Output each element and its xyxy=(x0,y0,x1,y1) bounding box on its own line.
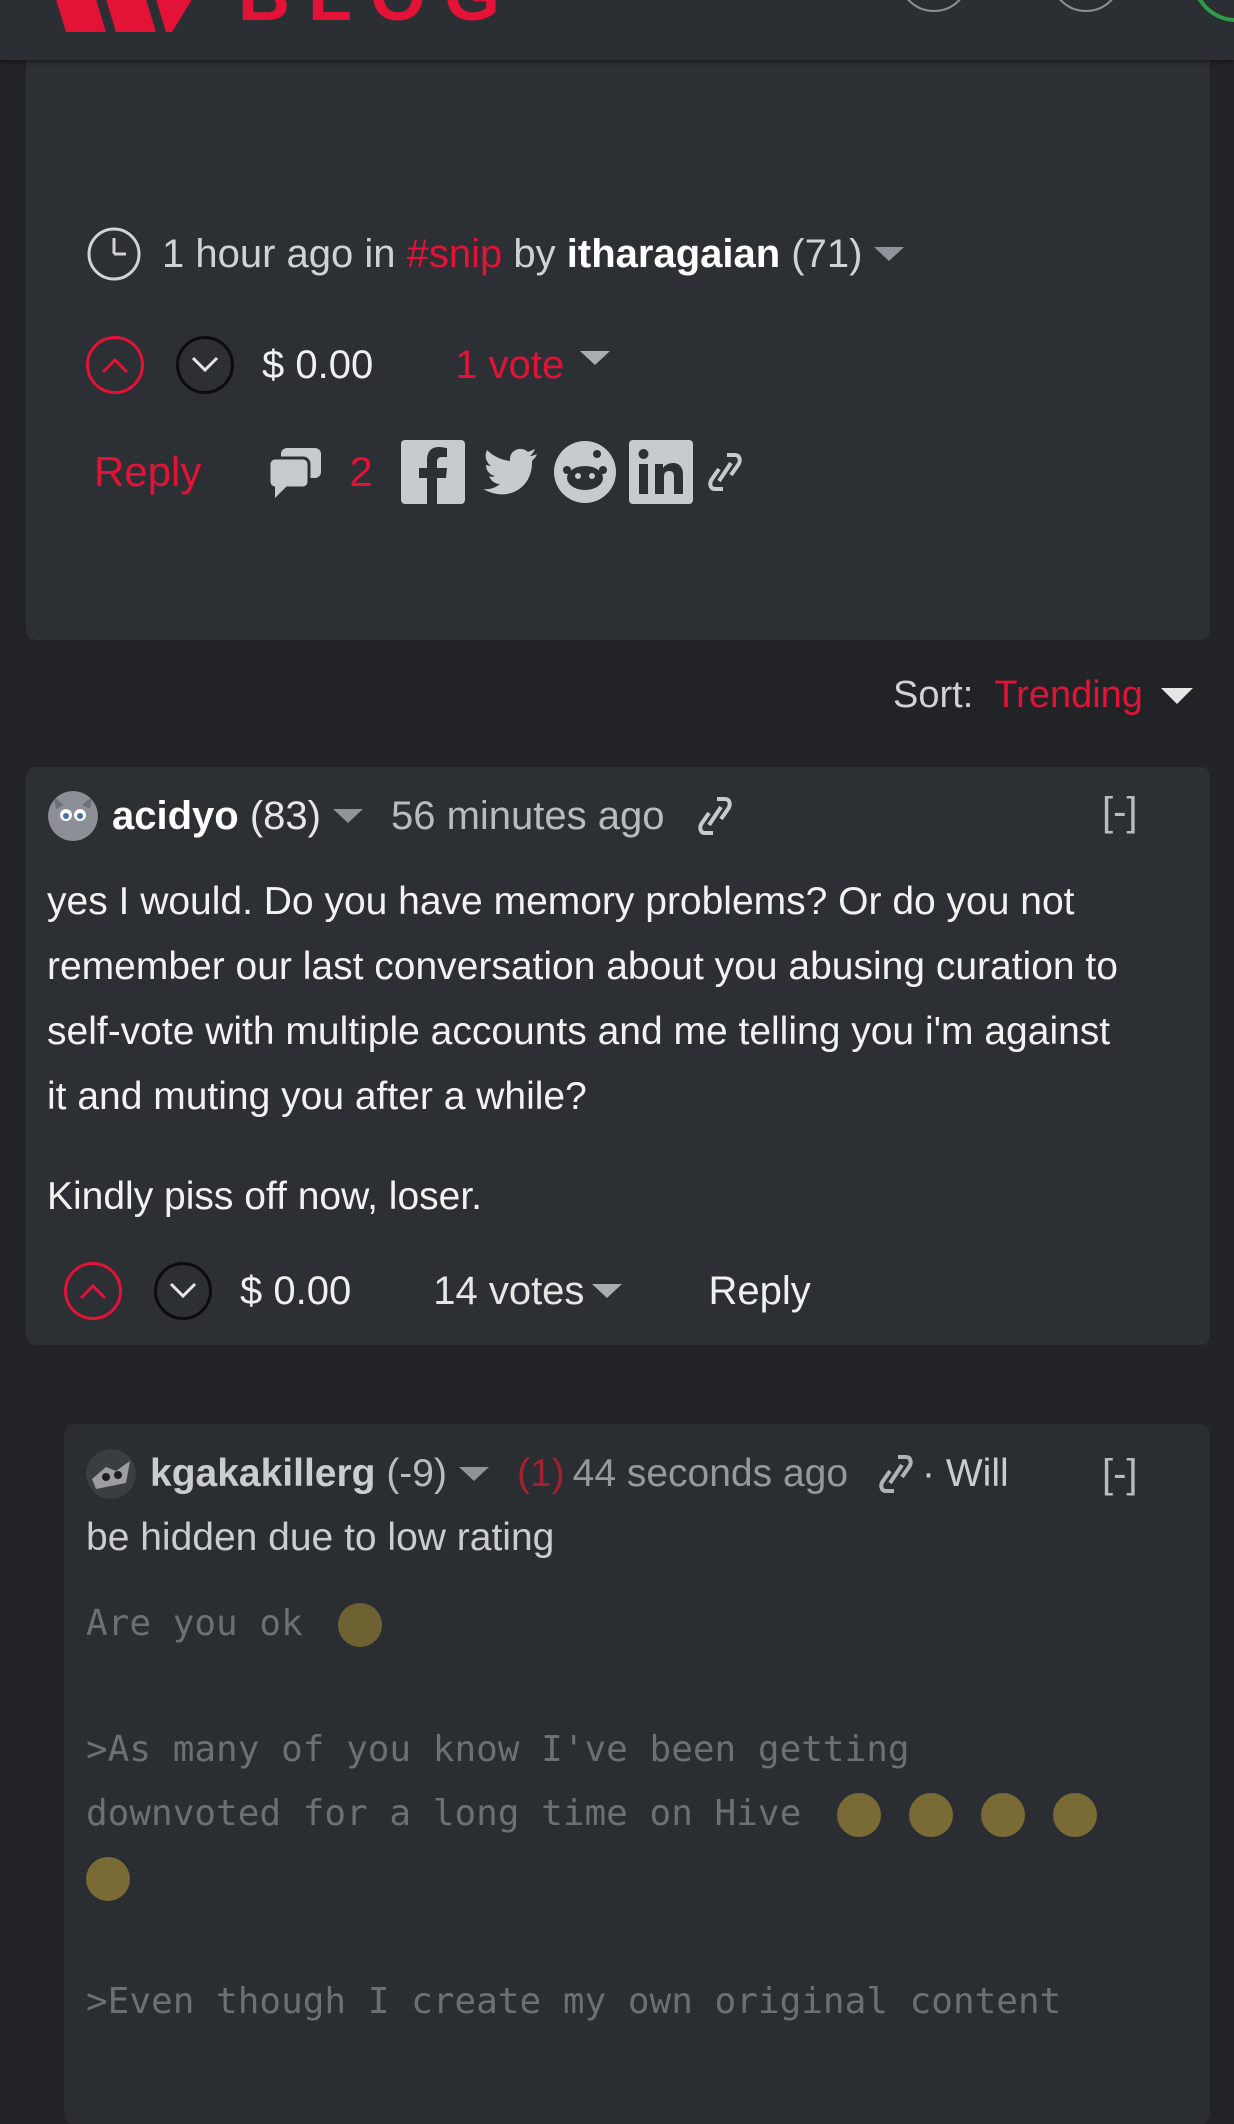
linkedin-icon[interactable] xyxy=(628,440,693,504)
post-votes-dropdown[interactable]: 1 vote xyxy=(455,342,611,388)
comment-body-line: Kindly piss off now, loser. xyxy=(47,1175,483,1218)
laughing-face-icon xyxy=(908,1793,953,1837)
downvote-button[interactable] xyxy=(176,336,234,394)
comment-author-reputation: (-9) xyxy=(386,1452,447,1495)
reddit-icon[interactable] xyxy=(553,440,617,504)
comment-header: acidyo (83) 56 minutes ago xyxy=(48,788,735,844)
low-rating-notice-cont: be hidden due to low rating xyxy=(86,1516,555,1559)
laughing-face-icon xyxy=(1052,1793,1097,1837)
sort-value: Trending xyxy=(994,674,1143,716)
comment-body-line: it and muting you after a while? xyxy=(47,1075,587,1118)
chevron-up-icon xyxy=(101,357,129,374)
laughing-face-icon xyxy=(980,1793,1025,1837)
author-menu-caret-icon[interactable] xyxy=(332,809,363,823)
thinking-face-icon xyxy=(338,1603,383,1647)
post-time: 1 hour ago in xyxy=(162,231,396,276)
facebook-icon[interactable] xyxy=(400,440,465,504)
post-payout[interactable]: $ 0.00 xyxy=(262,343,373,388)
post-meta: 1 hour ago in #snip by itharagaian (71) xyxy=(86,222,905,286)
author-menu-caret-icon[interactable] xyxy=(458,1467,489,1481)
post-tag-link[interactable]: #snip xyxy=(407,232,503,277)
post-actions: Reply 2 xyxy=(94,440,745,504)
post-author-link[interactable]: itharagaian xyxy=(567,232,780,277)
comments-icon[interactable] xyxy=(267,446,323,498)
votes-caret-icon xyxy=(580,351,611,365)
comment-body: yes I would. Do you have memory problems… xyxy=(47,869,1118,1229)
comment-author-reputation: (83) xyxy=(249,793,321,838)
logo-icon[interactable] xyxy=(44,0,194,32)
comment-body-line: self-vote with multiple accounts and me … xyxy=(47,1010,1111,1053)
comment-rating: (1) xyxy=(516,1452,565,1495)
comment-body-line: downvoted for a long time on Hive xyxy=(86,1782,1111,1846)
comment-body-line: >As many of you know I've been getting xyxy=(86,1729,910,1770)
author-menu-caret-icon[interactable] xyxy=(874,247,905,261)
laughing-face-icon xyxy=(836,1793,881,1837)
upvote-button[interactable] xyxy=(86,336,144,394)
comment-payout[interactable]: $ 0.00 xyxy=(240,1269,351,1314)
comment-header: kgakakillerg (-9) (1) 44 seconds ago · W… xyxy=(86,1446,1009,1502)
body-text: Are you ok xyxy=(86,1603,325,1644)
comment-author-link[interactable]: kgakakillerg xyxy=(150,1452,375,1496)
permalink-icon[interactable] xyxy=(705,447,745,497)
laughing-face-icon xyxy=(86,1857,130,1901)
chevron-up-icon xyxy=(79,1283,107,1300)
downvote-button[interactable] xyxy=(154,1262,212,1320)
avatar[interactable] xyxy=(86,1449,136,1499)
sort-label: Sort: xyxy=(893,674,974,716)
votes-caret-icon xyxy=(592,1284,623,1298)
twitter-icon[interactable] xyxy=(477,440,541,504)
post-vote-row: $ 0.00 1 vote xyxy=(86,336,611,394)
avatar[interactable] xyxy=(48,791,98,841)
user-avatar[interactable] xyxy=(1192,0,1234,22)
chevron-down-icon xyxy=(169,1282,197,1299)
post-reply-button[interactable]: Reply xyxy=(94,448,201,496)
sort-caret-icon xyxy=(1160,687,1193,704)
post-votes-count: 1 vote xyxy=(455,342,565,387)
post-comment-count[interactable]: 2 xyxy=(349,448,372,496)
comment-votes-count: 14 votes xyxy=(433,1268,585,1313)
comment-votes-dropdown[interactable]: 14 votes xyxy=(433,1268,623,1314)
comment-body-line: >Even though I create my own original co… xyxy=(86,1981,1062,2022)
top-navbar: BLOG xyxy=(0,0,1234,60)
upvote-button[interactable] xyxy=(64,1262,122,1320)
logo-text: BLOG xyxy=(238,0,518,32)
post-by: by xyxy=(513,231,556,276)
sort-dropdown[interactable]: Sort: Trending xyxy=(893,674,1193,717)
chevron-down-icon xyxy=(191,356,219,373)
low-rating-notice: · Will xyxy=(922,1452,1009,1495)
comment-vote-row: $ 0.00 14 votes Reply xyxy=(64,1262,811,1320)
comment-reply-button[interactable]: Reply xyxy=(708,1269,810,1314)
permalink-icon[interactable] xyxy=(695,791,735,841)
comment-body-line xyxy=(86,1846,144,1910)
comment-body-line: remember our last conversation about you… xyxy=(47,945,1118,988)
notifications-icon[interactable] xyxy=(1050,0,1122,12)
comment-body-line: Are you ok xyxy=(86,1592,396,1656)
collapse-toggle[interactable]: [-] xyxy=(1102,1452,1138,1497)
comment-author-link[interactable]: acidyo xyxy=(112,794,239,839)
post-author-reputation: (71) xyxy=(791,231,863,276)
clock-icon xyxy=(87,227,141,281)
body-text: downvoted for a long time on Hive xyxy=(86,1793,823,1834)
search-icon[interactable] xyxy=(898,0,970,12)
collapse-toggle[interactable]: [-] xyxy=(1102,790,1138,835)
comment-body-line: yes I would. Do you have memory problems… xyxy=(47,880,1075,923)
permalink-icon[interactable] xyxy=(876,1449,916,1499)
comment-time-link[interactable]: 44 seconds ago xyxy=(573,1452,848,1496)
comment-time-link[interactable]: 56 minutes ago xyxy=(391,794,665,839)
